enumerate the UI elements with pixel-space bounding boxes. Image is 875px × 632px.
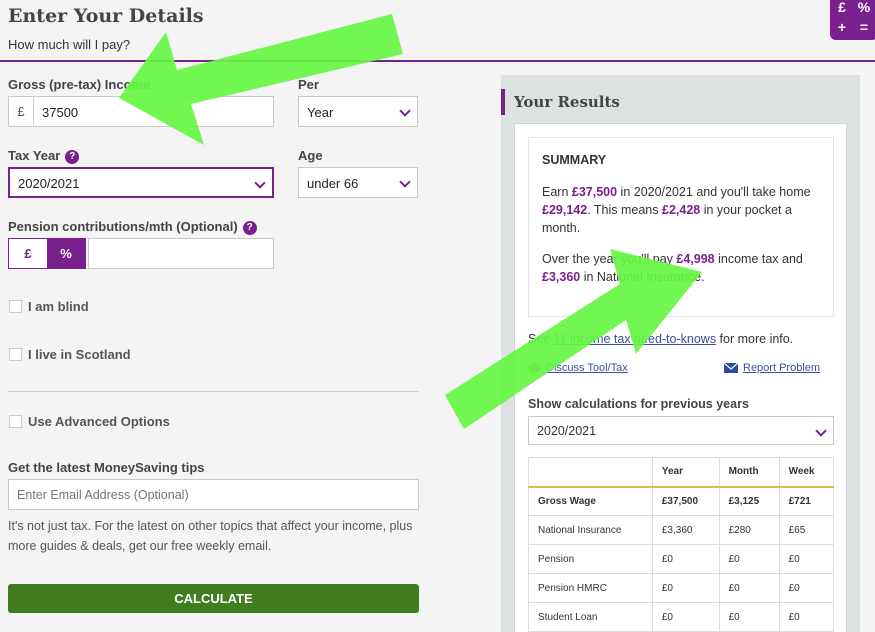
arrow-to-summary-icon bbox=[445, 249, 702, 429]
annotation-arrows bbox=[119, 14, 702, 429]
arrow-to-income-icon bbox=[119, 14, 403, 145]
